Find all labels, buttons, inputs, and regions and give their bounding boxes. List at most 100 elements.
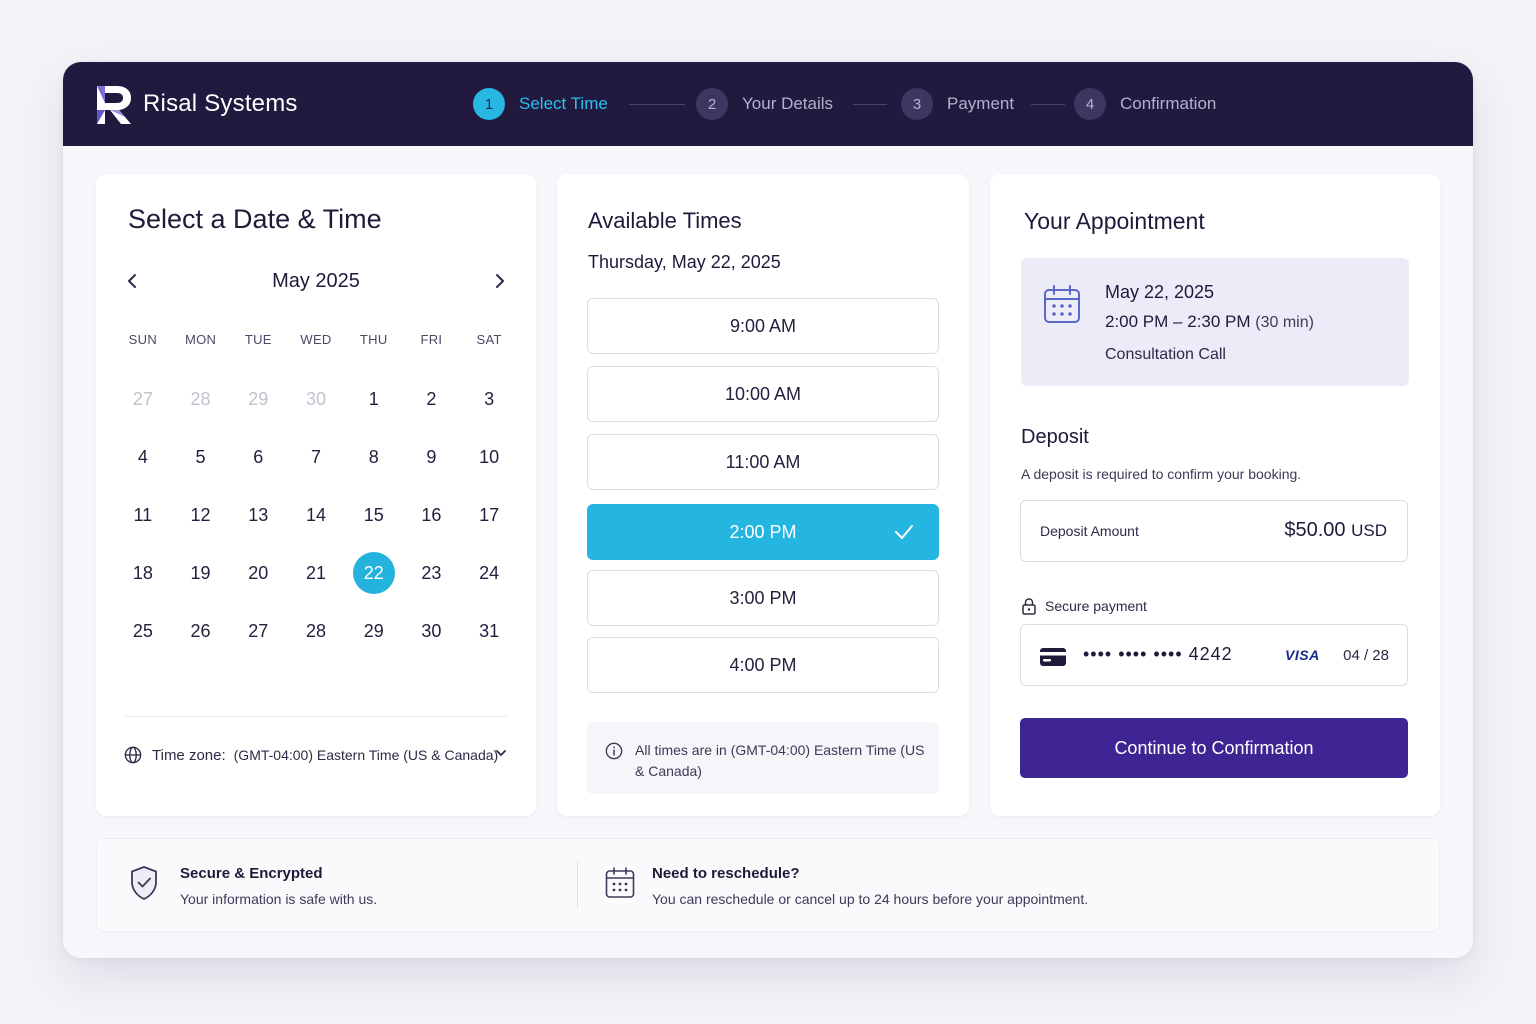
step-number: 2 bbox=[696, 88, 728, 120]
calendar-day[interactable]: 20 bbox=[229, 544, 287, 602]
calendar-day[interactable]: 25 bbox=[114, 602, 172, 660]
appointment-type: Consultation Call bbox=[1105, 346, 1226, 363]
calendar-day[interactable]: 30 bbox=[403, 602, 461, 660]
time-slot-label: 3:00 PM bbox=[729, 587, 797, 608]
reschedule-desc: You can reschedule or cancel up to 24 ho… bbox=[652, 891, 1089, 907]
calendar-day[interactable]: 21 bbox=[287, 544, 345, 602]
booking-app: Risal Systems 1 Select Time 2 Your Detai… bbox=[63, 62, 1473, 958]
calendar-day[interactable]: 4 bbox=[114, 428, 172, 486]
appointment-date: May 22, 2025 bbox=[1105, 282, 1215, 302]
weekday-label: WED bbox=[300, 332, 332, 347]
calendar-day-number: 13 bbox=[248, 504, 269, 525]
calendar-day-number: 31 bbox=[479, 620, 500, 641]
calendar-day[interactable]: 7 bbox=[287, 428, 345, 486]
calendar-day[interactable]: 27 bbox=[114, 370, 172, 428]
time-slot-label: 9:00 AM bbox=[729, 315, 797, 336]
calendar-day-number: 2 bbox=[426, 388, 437, 409]
calendar-day[interactable]: 9 bbox=[403, 428, 461, 486]
calendar-day[interactable]: 30 bbox=[287, 370, 345, 428]
calendar-day[interactable]: 28 bbox=[287, 602, 345, 660]
step-confirmation[interactable]: 4 Confirmation bbox=[1074, 88, 1216, 120]
calendar-day[interactable]: 28 bbox=[172, 370, 230, 428]
saved-card-field[interactable]: •••• •••• •••• 4242 VISA 04 / 28 bbox=[1020, 624, 1408, 686]
calendar-day-number: 21 bbox=[305, 562, 326, 583]
calendar-day-number: 30 bbox=[421, 620, 442, 641]
calendar-day[interactable]: 8 bbox=[345, 428, 403, 486]
divider bbox=[577, 861, 578, 909]
time-slot[interactable]: 10:00 AM bbox=[587, 366, 939, 422]
calendar-day[interactable]: 29 bbox=[229, 370, 287, 428]
secure-encrypted-desc: Your information is safe with us. bbox=[180, 891, 378, 907]
appointment-duration: (30 min) bbox=[1255, 314, 1314, 331]
brand-name: Risal Systems bbox=[143, 90, 298, 117]
calendar-day[interactable]: 6 bbox=[229, 428, 287, 486]
calendar-day[interactable]: 13 bbox=[229, 486, 287, 544]
calendar-day[interactable]: 14 bbox=[287, 486, 345, 544]
calendar-day[interactable]: 23 bbox=[403, 544, 461, 602]
step-number: 4 bbox=[1074, 88, 1106, 120]
time-slot[interactable]: 4:00 PM bbox=[587, 637, 939, 693]
calendar-day-number: 6 bbox=[253, 446, 264, 467]
calendar-day[interactable]: 2 bbox=[403, 370, 461, 428]
time-slot[interactable]: 3:00 PM bbox=[587, 570, 939, 626]
step-payment[interactable]: 3 Payment bbox=[901, 88, 1014, 120]
calendar-day-number: 11 bbox=[133, 504, 153, 525]
calendar-day[interactable]: 16 bbox=[403, 486, 461, 544]
chevron-right-icon bbox=[496, 274, 504, 288]
timezone-note: All times are in (GMT-04:00) Eastern Tim… bbox=[587, 722, 939, 794]
calendar-day[interactable]: 10 bbox=[460, 428, 518, 486]
calendar-day[interactable]: 29 bbox=[345, 602, 403, 660]
visa-logo: VISA bbox=[1285, 647, 1320, 663]
calendar-day-number: 10 bbox=[479, 446, 500, 467]
calendar-day[interactable]: 12 bbox=[172, 486, 230, 544]
continue-to-confirmation-button[interactable]: Continue to Confirmation bbox=[1020, 718, 1408, 778]
time-slot[interactable]: 9:00 AM bbox=[587, 298, 939, 354]
calendar-day[interactable]: 27 bbox=[229, 602, 287, 660]
time-slot-selected[interactable]: 2:00 PM bbox=[587, 504, 939, 560]
calendar-day[interactable]: 15 bbox=[345, 486, 403, 544]
card-number-masked: •••• •••• •••• 4242 bbox=[1083, 644, 1233, 664]
credit-card-icon bbox=[1040, 648, 1066, 666]
selected-date-label: Thursday, May 22, 2025 bbox=[588, 252, 781, 272]
deposit-description: A deposit is required to confirm your bo… bbox=[1021, 466, 1302, 482]
calendar-day-selected[interactable]: 22 bbox=[345, 544, 403, 602]
calendar-day[interactable]: 31 bbox=[460, 602, 518, 660]
calendar-day[interactable]: 26 bbox=[172, 602, 230, 660]
calendar-day-number: 5 bbox=[195, 446, 206, 467]
check-icon bbox=[895, 525, 913, 539]
calendar-day-number: 19 bbox=[190, 562, 211, 583]
calendar-day-number: 15 bbox=[363, 504, 384, 525]
appointment-card: Your Appointment May 22, 2025 2:00 PM – … bbox=[990, 174, 1440, 816]
step-connector bbox=[1031, 104, 1065, 105]
appointment-summary: May 22, 2025 2:00 PM – 2:30 PM (30 min) … bbox=[1021, 258, 1409, 386]
secure-payment-row: Secure payment bbox=[1021, 596, 1147, 616]
deposit-amount-number: $50.00 bbox=[1284, 519, 1346, 541]
calendar-day[interactable]: 1 bbox=[345, 370, 403, 428]
deposit-title: Deposit bbox=[1021, 426, 1089, 448]
calendar-day[interactable]: 18 bbox=[114, 544, 172, 602]
calendar-day[interactable]: 5 bbox=[172, 428, 230, 486]
next-month-button[interactable] bbox=[488, 266, 512, 296]
timezone-selector[interactable]: Time zone: (GMT-04:00) Eastern Time (US … bbox=[124, 744, 508, 766]
step-your-details[interactable]: 2 Your Details bbox=[696, 88, 833, 120]
calendar-day-number: 20 bbox=[248, 562, 269, 583]
calendar-day[interactable]: 19 bbox=[172, 544, 230, 602]
appointment-time: 2:00 PM – 2:30 PM bbox=[1105, 312, 1251, 331]
deposit-amount-box: Deposit Amount $50.00 USD bbox=[1020, 500, 1408, 562]
calendar-day[interactable]: 17 bbox=[460, 486, 518, 544]
calendar-day[interactable]: 11 bbox=[114, 486, 172, 544]
step-label: Payment bbox=[947, 94, 1015, 113]
step-number: 3 bbox=[901, 88, 933, 120]
calendar-day-number: 4 bbox=[137, 446, 148, 467]
card-expiry: 04 / 28 bbox=[1343, 647, 1389, 664]
appointment-time-row: 2:00 PM – 2:30 PM (30 min) bbox=[1105, 312, 1314, 332]
time-slot[interactable]: 11:00 AM bbox=[587, 434, 939, 490]
divider bbox=[124, 716, 508, 717]
calendar-day[interactable]: 3 bbox=[460, 370, 518, 428]
step-select-time[interactable]: 1 Select Time bbox=[473, 88, 608, 120]
calendar-day-number: 27 bbox=[248, 620, 269, 641]
info-icon bbox=[605, 742, 623, 760]
weekday-header: SUN MON TUE WED THU FRI SAT bbox=[114, 332, 518, 347]
deposit-amount-label: Deposit Amount bbox=[1040, 523, 1139, 539]
calendar-day[interactable]: 24 bbox=[460, 544, 518, 602]
